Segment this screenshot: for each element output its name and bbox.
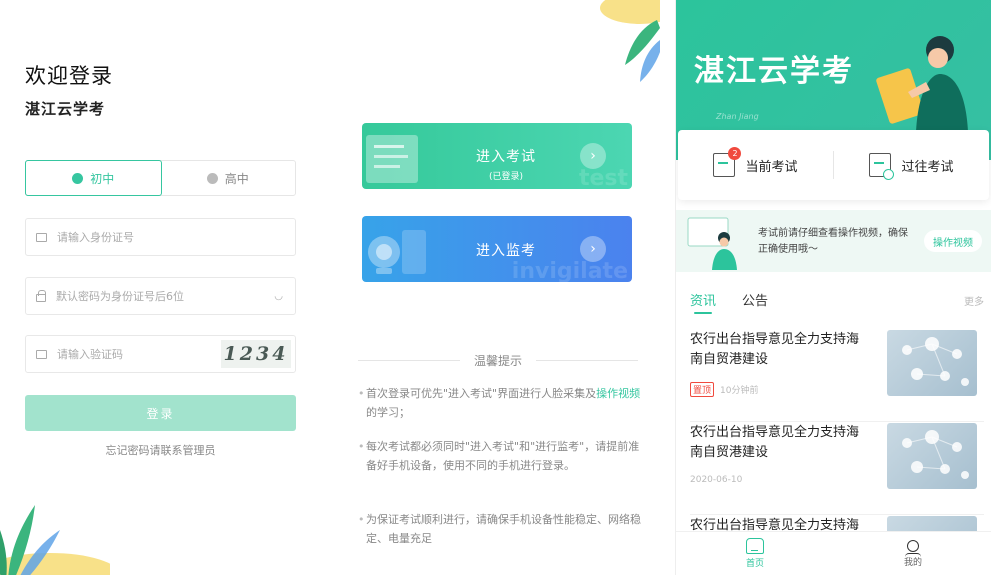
eye-closed-icon[interactable]: ◡ (274, 291, 283, 302)
tip-item: 首次登录可优先"进入考试"界面进行人脸采集及操作视频的学习； (358, 384, 642, 422)
news-meta: 2020-06-10 (690, 475, 742, 485)
welcome-title: 欢迎登录 (25, 64, 113, 88)
hero-title: 湛江云学考 (694, 54, 854, 89)
history-doc-icon (869, 153, 895, 180)
tip-text: 每次考试都必须同时"进入考试"和"进行监考"，请提前准备好手机设备，使用不同的手… (366, 440, 640, 472)
grade-toggle: 初中 高中 (25, 160, 296, 196)
password-field: ◡ (25, 277, 296, 315)
id-field (25, 218, 296, 256)
test-watermark: test (578, 166, 628, 189)
app-name: 湛江云学考 (25, 100, 106, 118)
operation-video-button[interactable]: 操作视频 (924, 230, 982, 252)
chevron-right-icon: › (580, 236, 606, 262)
login-button[interactable]: 登录 (25, 395, 296, 431)
tips-heading: 温馨提示 (358, 352, 639, 369)
captcha-image[interactable]: 1234 (221, 340, 291, 368)
logged-in-status: (已登录) (488, 172, 524, 182)
enter-proctor-card[interactable]: 进入监考 invigilate › (362, 216, 632, 282)
nav-me[interactable]: 我的 (834, 532, 991, 575)
password-input[interactable] (56, 289, 275, 303)
tip-item: 每次考试都必须同时"进入考试"和"进行监考"，请提前准备好手机设备，使用不同的手… (358, 437, 642, 475)
tip-text: 的学习； (366, 406, 410, 419)
tip-text: 首次登录可优先"进入考试"界面进行人脸采集及 (366, 387, 597, 400)
notification-badge: 2 (728, 147, 742, 160)
pinned-badge: 置顶 (690, 382, 715, 397)
divider (358, 360, 460, 361)
grade-label: 初中 (90, 171, 115, 186)
current-exam-button[interactable]: 2 当前考试 (678, 147, 833, 177)
notice-banner: 考试前请仔细查看操作视频，确保正确使用哦～ 操作视频 (676, 210, 991, 272)
leaf-corner-decoration-icon (600, 0, 660, 82)
leaf-decoration-icon (0, 505, 110, 575)
news-time: 10分钟前 (720, 386, 759, 396)
tips-heading-label: 温馨提示 (474, 354, 523, 368)
grade-option-junior[interactable]: 初中 (25, 160, 162, 196)
chevron-right-icon: › (580, 143, 606, 169)
news-list-item[interactable]: 农行出台指导意见全力支持海南自贸港建设 2020-06-10 (690, 423, 984, 515)
forgot-password-text: 忘记密码请联系管理员 (105, 444, 216, 457)
home-screen: 湛江云学考 Zhan Jiang 2 当前考试 过往考试 考试前请仔细查看操作视… (675, 0, 991, 575)
news-thumbnail (887, 330, 977, 396)
grade-option-senior[interactable]: 高中 (161, 161, 296, 195)
past-exam-button[interactable]: 过往考试 (834, 153, 989, 180)
news-thumbnail (887, 423, 977, 489)
captcha-field: 1234 (25, 335, 296, 373)
nav-home-label: 首页 (745, 559, 764, 569)
hero-deco-text: Zhan Jiang (716, 112, 759, 121)
user-icon (905, 539, 921, 554)
news-title: 农行出台指导意见全力支持海南自贸港建设 (690, 332, 860, 367)
exam-entry-box: 2 当前考试 过往考试 (678, 130, 989, 200)
network-icon (902, 337, 969, 386)
news-meta: 置顶 10分钟前 (690, 382, 758, 397)
exam-doc-icon: 2 (713, 147, 742, 177)
enter-exam-card[interactable]: 进入考试 (已登录) test › (362, 123, 632, 189)
news-title: 农行出台指导意见全力支持海南自贸港建设 (690, 425, 860, 460)
divider (536, 360, 639, 361)
news-date: 2020-06-10 (690, 475, 743, 485)
entry-screen: 进入考试 (已登录) test › 进入监考 invigilate › 温馨提示… (330, 0, 660, 575)
id-input[interactable] (57, 230, 295, 244)
senior-dot-icon (206, 172, 218, 184)
past-exam-label: 过往考试 (901, 159, 954, 175)
checklist-icon (366, 135, 418, 183)
more-link[interactable]: 更多 (964, 293, 984, 308)
envelope-icon (36, 349, 47, 359)
enter-exam-label: 进入考试 (476, 149, 536, 165)
operation-video-link[interactable]: 操作视频 (596, 387, 640, 400)
tip-item: 为保证考试顺利进行，请确保手机设备性能稳定、网络稳定、电量充足 (358, 510, 642, 548)
nav-home[interactable]: 首页 (676, 532, 834, 575)
tip-text: 为保证考试顺利进行，请确保手机设备性能稳定、网络稳定、电量充足 (366, 513, 641, 545)
captcha-input[interactable] (57, 347, 221, 361)
webcam-icon (368, 230, 426, 274)
news-tabs: 资讯 公告 更多 (690, 290, 984, 314)
tab-announcements[interactable]: 公告 (742, 290, 768, 309)
student-illustration-icon (876, 36, 968, 132)
id-card-icon (36, 232, 47, 242)
tab-news[interactable]: 资讯 (690, 290, 716, 314)
home-icon (746, 538, 764, 554)
current-exam-label: 当前考试 (745, 159, 798, 175)
enter-proctor-label: 进入监考 (476, 243, 536, 259)
network-icon (902, 430, 969, 479)
invigilate-watermark: invigilate (511, 259, 628, 282)
junior-dot-icon (72, 172, 84, 184)
clock-icon (883, 169, 895, 180)
lock-icon (36, 289, 46, 302)
bottom-nav: 首页 我的 (676, 531, 991, 575)
news-list-item[interactable]: 农行出台指导意见全力支持海南自贸港建设 置顶 10分钟前 (690, 330, 984, 422)
login-screen: 欢迎登录 湛江云学考 初中 高中 ◡ 1234 登录 忘记密码请联系管理员 (0, 0, 330, 575)
notice-text: 考试前请仔细查看操作视频，确保正确使用哦～ (758, 228, 908, 255)
grade-label: 高中 (224, 171, 249, 186)
teacher-illustration-icon (687, 217, 737, 270)
